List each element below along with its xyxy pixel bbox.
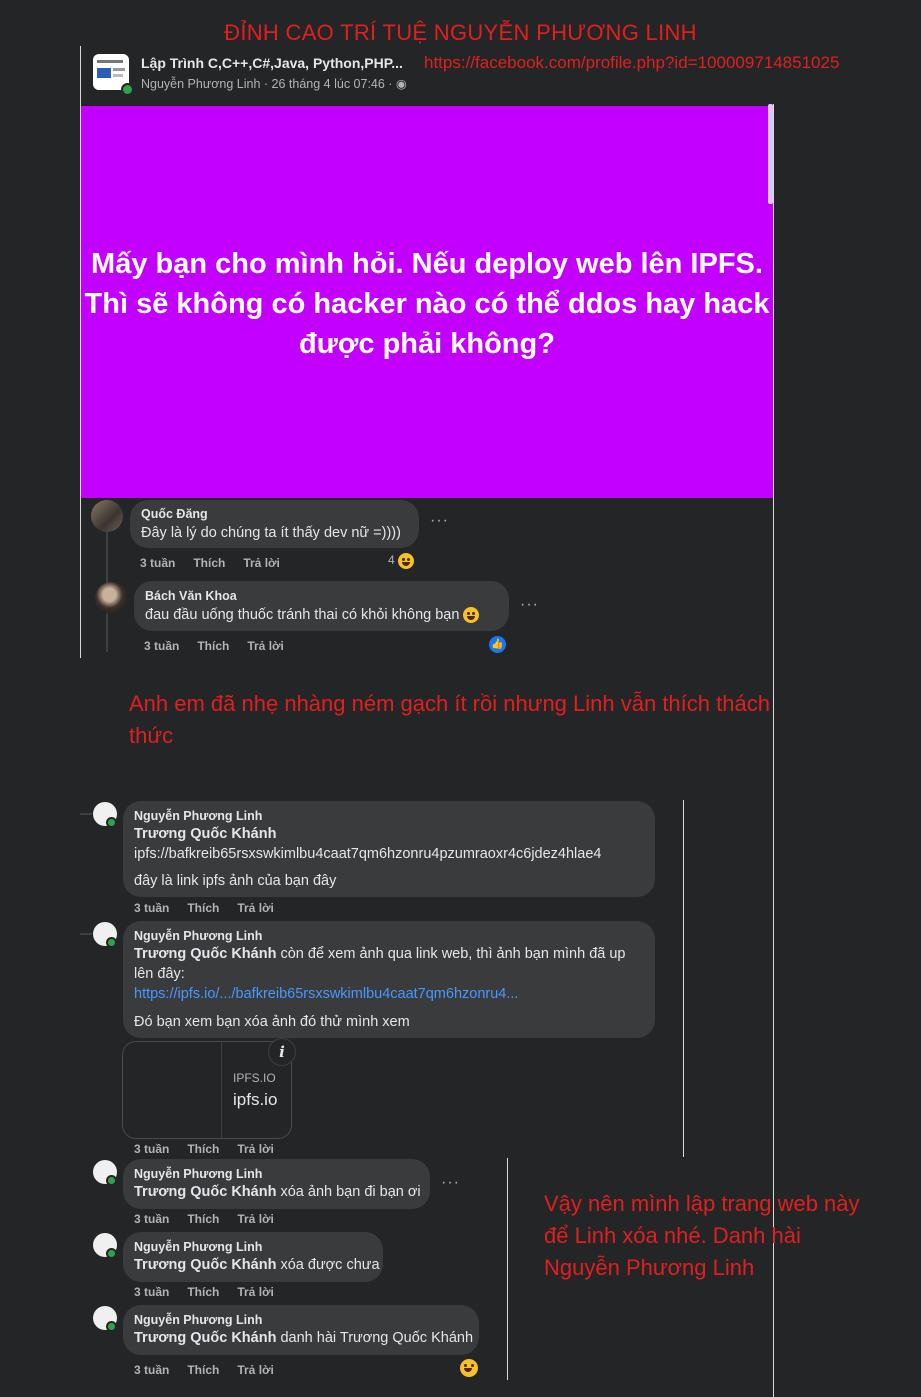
scrollbar-thumb[interactable] [768, 104, 773, 204]
comment-text: đây là link ipfs ảnh của bạn đây [134, 873, 337, 889]
comment-author[interactable]: Bách Văn Khoa [145, 589, 237, 603]
comment-bubble: Nguyễn Phương Linh Trương Quốc Khánh còn… [123, 921, 655, 1038]
comment-actions: 3 tuần Thích Trả lời [134, 1212, 292, 1226]
thread-branch [80, 933, 92, 935]
reply-button[interactable]: Trả lời [237, 1212, 274, 1226]
link-title: ipfs.io [233, 1090, 278, 1109]
comment-text-row: Trương Quốc Khánh danh hài Trương Quốc K… [134, 1328, 473, 1348]
profile-url: https://facebook.com/profile.php?id=1000… [424, 53, 840, 72]
group-name[interactable]: Lập Trình C,C++,C#,Java, Python,PHP... [141, 55, 403, 71]
comment-author[interactable]: Nguyễn Phương Linh [134, 929, 262, 943]
online-dot [106, 1248, 117, 1259]
online-dot [106, 1321, 117, 1332]
like-button[interactable]: Thích [193, 556, 225, 570]
reply-button[interactable]: Trả lời [237, 1285, 274, 1299]
post-text: Mấy bạn cho mình hỏi. Nếu deploy web lên… [84, 248, 770, 360]
like-button[interactable]: Thích [187, 1363, 219, 1377]
haha-emoji-icon [398, 553, 415, 569]
ipfs-link[interactable]: https://ipfs.io/.../bafkreib65rsxswkimlb… [134, 984, 518, 1004]
comment-bubble: Quốc Đăng Đây là lý do chúng ta ít thấy … [130, 500, 419, 548]
reply-button[interactable]: Trả lời [247, 639, 284, 653]
more-options-icon[interactable]: ··· [520, 596, 539, 614]
thread-branch [80, 813, 92, 815]
comment-time[interactable]: 3 tuần [134, 1142, 169, 1156]
comment-time[interactable]: 3 tuần [134, 1212, 169, 1226]
comment-text: xóa được chưa [276, 1257, 380, 1273]
annotation-text: Vậy nên mình lập trang web này để Linh x… [544, 1191, 860, 1280]
comment-bubble: Nguyễn Phương Linh Trương Quốc Khánh xóa… [123, 1232, 383, 1282]
comment-time[interactable]: 3 tuần [134, 1363, 169, 1377]
link-preview-thumbnail [123, 1042, 222, 1138]
mention-tag[interactable]: Trương Quốc Khánh [134, 1257, 276, 1273]
comment-actions: 3 tuần Thích Trả lời [134, 1285, 292, 1299]
comment-author[interactable]: Nguyễn Phương Linh [134, 809, 262, 823]
comment-text: còn để xem ảnh qua link web, thì ảnh bạn… [276, 946, 626, 962]
like-reaction-icon[interactable]: 👍 [489, 636, 506, 653]
reply-button[interactable]: Trả lời [237, 901, 274, 915]
comment-text-row: Trương Quốc Khánh xóa ảnh bạn đi bạn ơi [134, 1182, 421, 1202]
comment-author[interactable]: Nguyễn Phương Linh [134, 1167, 262, 1181]
comment-author[interactable]: Nguyễn Phương Linh [134, 1313, 262, 1327]
avatar[interactable] [91, 500, 123, 532]
link-preview-card[interactable]: IPFS.IO ipfs.io [122, 1041, 292, 1139]
comment-time[interactable]: 3 tuần [140, 556, 175, 570]
mention-tag[interactable]: Trương Quốc Khánh [134, 824, 276, 844]
page-heading: ĐỈNH CAO TRÍ TUỆ NGUYỄN PHƯƠNG LINH [224, 20, 697, 45]
like-button[interactable]: Thích [187, 901, 219, 915]
comment-text: xóa ảnh bạn đi bạn ơi [276, 1184, 421, 1200]
post-meta[interactable]: Nguyễn Phương Linh · 26 tháng 4 lúc 07:4… [141, 76, 407, 91]
comment-actions: 3 tuần Thích Trả lời [140, 556, 298, 570]
online-dot [106, 1175, 117, 1186]
comment-bubble: Nguyễn Phương Linh Trương Quốc Khánh ipf… [123, 801, 655, 897]
comment-text: Đó bạn xem bạn xóa ảnh đó thử mình xem [134, 1014, 410, 1030]
mention-tag[interactable]: Trương Quốc Khánh [134, 946, 276, 962]
comment-text-row: Trương Quốc Khánh còn để xem ảnh qua lin… [134, 944, 649, 964]
like-button[interactable]: Thích [187, 1285, 219, 1299]
more-options-icon[interactable]: ··· [430, 512, 449, 530]
online-dot [106, 937, 117, 948]
reaction-count: 4 [388, 553, 395, 568]
like-button[interactable]: Thích [187, 1142, 219, 1156]
link-domain: IPFS.IO [233, 1071, 276, 1085]
grin-emoji-icon [463, 607, 480, 624]
mid-divider [683, 800, 684, 1157]
comment-text-row: Trương Quốc Khánh xóa được chưa [134, 1255, 380, 1275]
avatar[interactable] [95, 582, 127, 614]
info-icon[interactable]: i [268, 1038, 296, 1066]
like-button[interactable]: Thích [187, 1212, 219, 1226]
online-dot [121, 83, 134, 96]
comment-bubble: Nguyễn Phương Linh Trương Quốc Khánh xóa… [123, 1159, 430, 1209]
mention-tag[interactable]: Trương Quốc Khánh [134, 1184, 276, 1200]
tongue-emoji-icon [460, 1359, 478, 1377]
more-options-icon[interactable]: ··· [441, 1174, 460, 1192]
online-dot [106, 817, 117, 828]
comment-author[interactable]: Quốc Đăng [141, 507, 208, 521]
comment-text: ipfs://bafkreib65rsxswkimlbu4caat7qm6hzo… [134, 846, 602, 862]
comment-time[interactable]: 3 tuần [134, 901, 169, 915]
comment-bubble: Nguyễn Phương Linh Trương Quốc Khánh dan… [123, 1305, 479, 1355]
comment-bubble: Bách Văn Khoa đau đầu uống thuốc tránh t… [134, 581, 509, 631]
annotation-text: Anh em đã nhẹ nhàng ném gạch ít rồi nhưn… [129, 691, 770, 748]
mid-divider-2 [507, 1158, 508, 1380]
comment-author[interactable]: Nguyễn Phương Linh [134, 1240, 262, 1254]
reply-button[interactable]: Trả lời [243, 556, 280, 570]
comment-text-row: đau đầu uống thuốc tránh thai có khỏi kh… [145, 605, 480, 625]
comment-actions: 3 tuần Thích Trả lời [134, 1142, 292, 1156]
comment-time[interactable]: 3 tuần [144, 639, 179, 653]
mention-tag[interactable]: Trương Quốc Khánh [134, 1330, 276, 1346]
like-button[interactable]: Thích [197, 639, 229, 653]
comment-time[interactable]: 3 tuần [134, 1285, 169, 1299]
comment-text: danh hài Trương Quốc Khánh [276, 1330, 474, 1346]
comment-actions: 3 tuần Thích Trả lời [144, 639, 302, 653]
reply-button[interactable]: Trả lời [237, 1142, 274, 1156]
reply-button[interactable]: Trả lời [237, 1363, 274, 1377]
reaction-summary[interactable]: 4 [388, 553, 415, 569]
comment-text: Đây là lý do chúng ta ít thấy dev nữ =))… [141, 525, 401, 541]
comment-text: đau đầu uống thuốc tránh thai có khỏi kh… [145, 607, 460, 623]
comment-text: lên đây: [134, 966, 185, 982]
comment-actions: 3 tuần Thích Trả lời [134, 1363, 292, 1377]
reaction-summary[interactable] [460, 1359, 478, 1377]
comment-actions: 3 tuần Thích Trả lời [134, 901, 292, 915]
